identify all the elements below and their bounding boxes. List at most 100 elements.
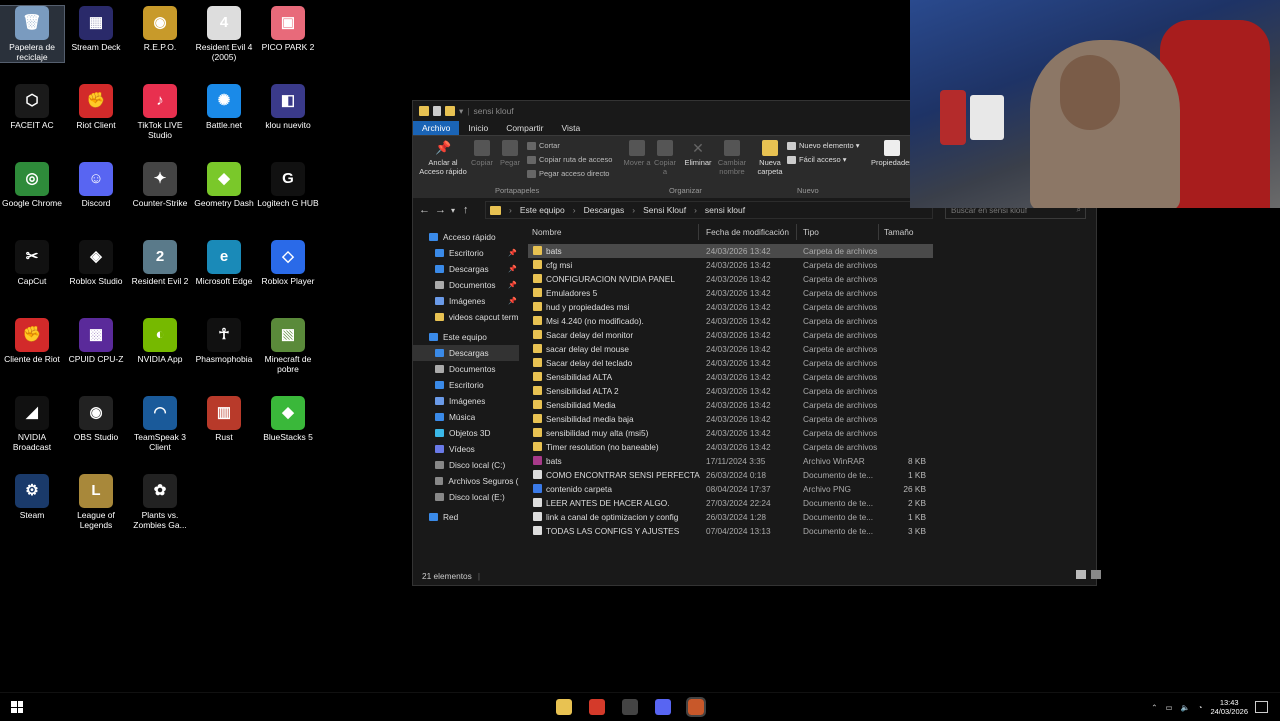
breadcrumb-sensi-klouf-parent[interactable]: Sensi Klouf <box>643 205 686 215</box>
nav-item[interactable]: Documentos <box>413 361 519 377</box>
address-bar[interactable]: › Este equipo › Descargas › Sensi Klouf … <box>485 201 933 219</box>
nav-item[interactable]: Objetos 3D <box>413 425 519 441</box>
column-name-header[interactable]: Nombre <box>532 227 562 237</box>
nav-item[interactable]: Disco local (E:) <box>413 489 519 505</box>
desktop-shortcut[interactable]: ✺ Battle.net <box>192 84 256 130</box>
desktop-shortcut[interactable]: ✂ CapCut <box>0 240 64 286</box>
desktop-shortcut[interactable]: ◢ NVIDIA Broadcast <box>0 396 64 452</box>
desktop-shortcut[interactable]: ▩ CPUID CPU-Z <box>64 318 128 364</box>
copy-path-button[interactable]: Copiar ruta de acceso <box>527 155 612 164</box>
discord-icon[interactable] <box>655 699 671 715</box>
details-view-icon[interactable] <box>1076 570 1086 579</box>
delete-button[interactable]: ✕ Eliminar <box>683 140 713 167</box>
nav-item[interactable]: videos capcut termi <box>413 309 519 325</box>
file-row[interactable]: Msi 4.240 (no modificado). 24/03/2026 13:… <box>528 314 933 328</box>
desktop-shortcut[interactable]: L League of Legends <box>64 474 128 530</box>
desktop-shortcut[interactable]: ✿ Plants vs. Zombies Ga... <box>128 474 192 530</box>
file-row[interactable]: contenido carpeta 08/04/2024 17:37 Archivo… <box>528 482 933 496</box>
file-row[interactable]: bats 17/11/2024 3:35 Archivo WinRAR 8 KB <box>528 454 933 468</box>
file-row[interactable]: bats 24/03/2026 13:42 Carpeta de archivos <box>528 244 933 258</box>
dropdown-icon[interactable]: ▾ <box>459 106 463 117</box>
speaker-icon[interactable]: 🔈 <box>1181 703 1190 712</box>
notifications-icon[interactable] <box>1255 701 1268 713</box>
windows-start-icon[interactable] <box>11 701 23 713</box>
file-row[interactable]: Timer resolution (no baneable) 24/03/2026… <box>528 440 933 454</box>
nav-item[interactable]: Imágenes <box>413 393 519 409</box>
nav-item[interactable]: Descargas 📌 <box>413 261 519 277</box>
chrome-icon[interactable] <box>589 699 605 715</box>
nav-item[interactable]: Este equipo <box>413 329 519 345</box>
recent-locations-icon[interactable]: ▾ <box>451 206 463 215</box>
file-row[interactable]: sensibilidad muy alta (msi5) 24/03/2026 1… <box>528 426 933 440</box>
desktop-shortcut[interactable]: ✊ Cliente de Riot <box>0 318 64 364</box>
forward-arrow-icon[interactable]: → <box>435 204 451 216</box>
nav-item[interactable]: Archivos Seguros (D <box>413 473 519 489</box>
nav-item[interactable]: Red <box>413 509 519 525</box>
nav-item[interactable]: Documentos 📌 <box>413 277 519 293</box>
desktop-shortcut[interactable]: ◧ klou nuevito <box>256 84 320 130</box>
copy-to-button[interactable]: Copiar a <box>651 140 679 176</box>
nav-item[interactable]: Disco local (C:) <box>413 457 519 473</box>
file-row[interactable]: Sacar delay del teclado 24/03/2026 13:42 C… <box>528 356 933 370</box>
desktop-shortcut[interactable]: ◉ OBS Studio <box>64 396 128 442</box>
back-arrow-icon[interactable]: ← <box>419 204 435 216</box>
desktop-shortcut[interactable]: ▥ Rust <box>192 396 256 442</box>
breadcrumb-este-equipo[interactable]: Este equipo <box>520 205 565 215</box>
nav-item[interactable]: Vídeos <box>413 441 519 457</box>
tab-archivo[interactable]: Archivo <box>413 121 460 135</box>
file-row[interactable]: Sensibilidad ALTA 24/03/2026 13:42 Carpeta… <box>528 370 933 384</box>
move-to-button[interactable]: Mover a <box>623 140 651 167</box>
breadcrumb-descargas[interactable]: Descargas <box>584 205 625 215</box>
desktop-shortcut[interactable]: ◎ Google Chrome <box>0 162 64 208</box>
desktop-shortcut[interactable]: ☺ Discord <box>64 162 128 208</box>
desktop-shortcut[interactable]: ◆ Geometry Dash <box>192 162 256 208</box>
rename-button[interactable]: Cambiar nombre <box>715 140 749 176</box>
nav-item[interactable]: Escritorio <box>413 377 519 393</box>
desktop-shortcut[interactable]: e Microsoft Edge <box>192 240 256 286</box>
obs-icon[interactable] <box>622 699 638 715</box>
file-row[interactable]: link a canal de optimizacion y config 26/… <box>528 510 933 524</box>
file-row[interactable]: CONFIGURACION NVIDIA PANEL 24/03/2026 13:… <box>528 272 933 286</box>
paste-button[interactable]: Pegar <box>497 140 523 167</box>
tab-vista[interactable]: Vista <box>553 121 590 135</box>
terminal-icon[interactable] <box>686 697 706 717</box>
nav-item[interactable]: Descargas <box>413 345 519 361</box>
breadcrumb-sensi-klouf[interactable]: sensi klouf <box>705 205 745 215</box>
file-row[interactable]: Sacar delay del monitor 24/03/2026 13:42 C… <box>528 328 933 342</box>
large-icons-view-icon[interactable] <box>1091 570 1101 579</box>
desktop-shortcut[interactable]: ◠ TeamSpeak 3 Client <box>128 396 192 452</box>
desktop-shortcut[interactable]: ◇ Roblox Player <box>256 240 320 286</box>
paste-shortcut-button[interactable]: Pegar acceso directo <box>527 169 609 178</box>
desktop-shortcut[interactable]: ◈ Roblox Studio <box>64 240 128 286</box>
pin-quick-access-button[interactable]: 📌 Anclar al Acceso rápido <box>417 140 469 176</box>
nav-item[interactable]: Acceso rápido <box>413 229 519 245</box>
nav-item[interactable]: Música <box>413 409 519 425</box>
file-row[interactable]: hud y propiedades msi 24/03/2026 13:42 Car… <box>528 300 933 314</box>
new-item-button[interactable]: Nuevo elemento ▾ <box>787 141 859 150</box>
file-row[interactable]: sacar delay del mouse 24/03/2026 13:42 Car… <box>528 342 933 356</box>
desktop-shortcut[interactable]: ◉ R.E.P.O. <box>128 6 192 52</box>
file-row[interactable]: LEER ANTES DE HACER ALGO. 27/03/2024 22:2… <box>528 496 933 510</box>
desktop-shortcut[interactable]: 2 Resident Evil 2 <box>128 240 192 286</box>
clock[interactable]: 13:43 24/03/2026 <box>1210 698 1248 716</box>
desktop-shortcut[interactable]: ☥ Phasmophobia <box>192 318 256 364</box>
desktop-shortcut[interactable]: G Logitech G HUB <box>256 162 320 208</box>
network-icon[interactable]: ▭ <box>1165 703 1172 712</box>
desktop-shortcut[interactable]: ✊ Riot Client <box>64 84 128 130</box>
file-row[interactable]: Sensibilidad ALTA 2 24/03/2026 13:42 Carpe… <box>528 384 933 398</box>
up-arrow-icon[interactable]: ↑ <box>463 204 479 216</box>
desktop-shortcut[interactable]: 🗑 Papelera de reciclaje <box>0 5 65 63</box>
column-type-header[interactable]: Tipo <box>803 227 819 237</box>
desktop-shortcut[interactable]: ◆ BlueStacks 5 <box>256 396 320 442</box>
file-row[interactable]: Emuladores 5 24/03/2026 13:42 Carpeta de a… <box>528 286 933 300</box>
desktop-shortcut[interactable]: 4 Resident Evil 4 (2005) <box>192 6 256 62</box>
desktop-shortcut[interactable]: ✦ Counter-Strike <box>128 162 192 208</box>
file-row[interactable]: Sensibilidad Media 24/03/2026 13:42 Carpet… <box>528 398 933 412</box>
cut-button[interactable]: Cortar <box>527 141 560 150</box>
nav-item[interactable]: Escritorio 📌 <box>413 245 519 261</box>
column-date-header[interactable]: Fecha de modificación <box>706 227 789 237</box>
desktop-shortcut[interactable]: ♪ TikTok LIVE Studio <box>128 84 192 140</box>
file-row[interactable]: cfg msi 24/03/2026 13:42 Carpeta de archiv… <box>528 258 933 272</box>
properties-button[interactable]: Propiedades <box>869 140 915 167</box>
file-row[interactable]: COMO ENCONTRAR SENSI PERFECTA 26/03/2024 … <box>528 468 933 482</box>
